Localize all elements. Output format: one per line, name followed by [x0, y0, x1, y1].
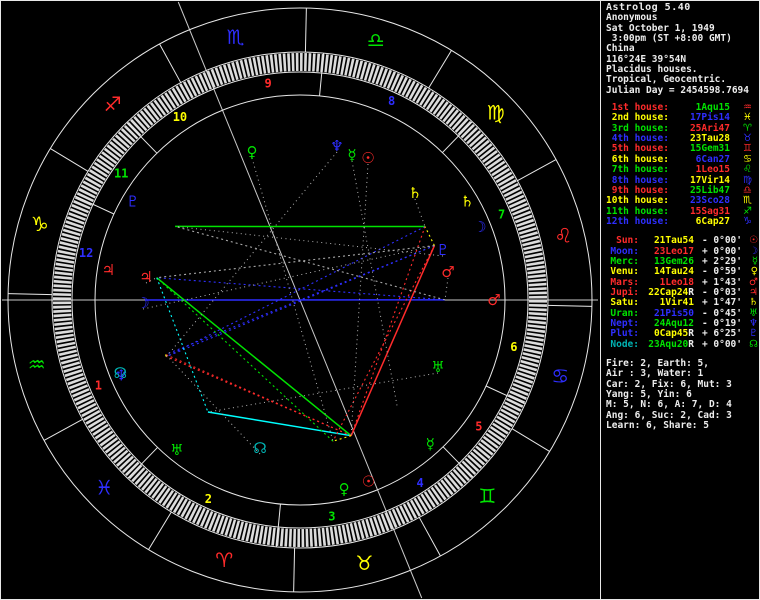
sign-boundary — [294, 548, 295, 592]
planet-glyph-displaced-nep: ♆ — [330, 137, 343, 155]
planet-glyph-displaced-mars: ♂ — [441, 263, 454, 281]
chart-wheel-panel: ♈♉♊♋♌♍♎♏♐♑♒♓123456789101112☉☉☽☽☿☿♀♀♂♂♃♃♄… — [0, 0, 600, 600]
sign-boundary — [548, 305, 592, 306]
house-number-7: 7 — [498, 207, 505, 221]
pointer-line-ura — [208, 373, 438, 412]
sign-boundary — [160, 44, 181, 83]
aspect-line-moon-sat — [425, 227, 434, 246]
planet-glyph-displaced-sun: ☉ — [361, 149, 374, 167]
astrolog-window: ♈♉♊♋♌♍♎♏♐♑♒♓123456789101112☉☉☽☽☿☿♀♀♂♂♃♃♄… — [0, 0, 760, 600]
stat-row-6: Learn: 6, Share: 5 — [606, 421, 757, 431]
aspect-line-sun-node — [166, 355, 352, 436]
house-number-12: 12 — [79, 246, 93, 260]
sign-glyph-pisces: ♓ — [95, 475, 113, 499]
planet-glyph-merc: ☿ — [426, 435, 435, 453]
house-number-8: 8 — [388, 94, 395, 108]
house-number-10: 10 — [173, 110, 187, 124]
planet-label: Node: — [606, 340, 639, 350]
aspect-line-ven-jup — [157, 278, 333, 442]
sign-glyph-libra: ♎ — [367, 28, 385, 52]
aspect-line-mars-jup — [157, 278, 445, 300]
planet-glyph-sun: ☉ — [362, 473, 375, 491]
sign-glyph-taurus: ♉ — [355, 551, 373, 575]
house-row-10: 10th house:23Sco28♏ — [606, 196, 757, 206]
house-cusp-list: 1st house:1Aqu15♒ 2nd house:17Pis14♓ 3rd… — [606, 103, 757, 227]
planet-glyph-plu: ♇ — [126, 193, 139, 211]
planet-glyph-jup: ♃ — [102, 261, 115, 279]
house-number-1: 1 — [95, 379, 102, 393]
house-number-9: 9 — [264, 76, 271, 90]
planet-glyph-mars: ♂ — [487, 291, 500, 309]
house-number-5: 5 — [475, 419, 482, 433]
planet-position-list: Sun:21Tau54- 0°00'☉Moon:23Leo17+ 0°00'☽M… — [606, 236, 757, 350]
planet-glyph-sat: ♄ — [461, 193, 474, 211]
planet-glyph-displaced-ura: ♅ — [431, 358, 444, 376]
pointer-line-node — [166, 355, 260, 454]
sign-glyph-sagittarius: ♐ — [104, 92, 122, 116]
sign-boundary — [419, 517, 440, 556]
sign-boundary — [429, 50, 452, 88]
pointer-line-mars — [445, 278, 448, 300]
aspect-line-moon-nep — [166, 246, 434, 357]
aspect-line-moon-ven — [333, 246, 434, 442]
aspect-line-mars-plu — [175, 226, 445, 299]
pointer-line-sat — [415, 199, 425, 227]
sign-boundary — [149, 512, 172, 550]
sign-glyph-leo: ♌ — [554, 224, 572, 248]
planet-glyph-ura: ♅ — [170, 441, 183, 459]
pointer-line-merc — [352, 161, 397, 407]
planet-glyph-node: ☊ — [114, 364, 127, 382]
sign-glyph-aquarius: ♒ — [28, 352, 46, 376]
sign-boundary — [517, 160, 556, 181]
sign-boundary — [305, 8, 306, 52]
aspect-line-sun-ven — [333, 436, 351, 442]
house-number-2: 2 — [205, 492, 212, 506]
house-row-7: 7th house:1Leo15♌ — [606, 165, 757, 175]
pointer-line-plu — [175, 226, 443, 256]
sign-boundary — [8, 294, 52, 295]
planet-glyph-displaced-moon: ☽ — [136, 294, 149, 312]
planet-velocity: + 0°00' — [694, 340, 742, 350]
house-label: 12th house: — [606, 217, 672, 227]
planet-row-Node: Node:23Aqu20R+ 0°00'☊ — [606, 340, 757, 350]
planet-glyph-ven: ♀ — [339, 480, 350, 498]
julian-day: Julian Day = 2454598.7694 — [606, 86, 757, 96]
aspect-line-sat-nep — [166, 227, 425, 357]
house-number-6: 6 — [510, 340, 517, 354]
house-cusp-value: 6Cap27 — [672, 217, 730, 227]
sign-boundary — [44, 419, 83, 440]
sign-glyph-capricorn: ♑ — [31, 212, 49, 236]
planet-glyph-displaced-merc: ☿ — [347, 146, 356, 164]
planet-glyph-displaced-node: ☊ — [253, 439, 266, 457]
aspect-line-sun-ura — [208, 412, 351, 436]
sign-glyph-scorpio: ♏ — [227, 25, 245, 49]
house-label: 7th house: — [606, 165, 672, 175]
chart-statistics: Fire: 2, Earth: 5,Air : 3, Water: 1Car: … — [606, 359, 757, 431]
aspect-line-sun-jup — [157, 278, 351, 436]
planet-position: 23Aqu20R — [639, 340, 694, 350]
house-number-11: 11 — [114, 167, 128, 181]
sidebar: Astrolog 5.40 Anonymous Sat October 1, 1… — [600, 0, 759, 600]
house-number-3: 3 — [328, 510, 335, 524]
sign-glyph-gemini: ♊ — [478, 484, 496, 508]
planet-glyph-displaced-jup: ♃ — [139, 268, 152, 286]
house-number-4: 4 — [416, 476, 423, 490]
sign-glyph-aries: ♈ — [215, 548, 233, 572]
sign-glyph-icon: ♑ — [730, 217, 752, 227]
sign-glyph-virgo: ♍ — [487, 101, 505, 125]
planet-glyph-displaced-plu: ♇ — [436, 241, 449, 259]
aspect-line-moon-jup — [157, 246, 435, 278]
planet-glyph-displaced-ven: ♀ — [247, 143, 258, 161]
house-row-12: 12th house:6Cap27♑ — [606, 217, 757, 227]
sign-boundary — [50, 149, 88, 172]
sign-glyph-cancer: ♋ — [551, 364, 569, 388]
chart-wheel: ♈♉♊♋♌♍♎♏♐♑♒♓123456789101112☉☉☽☽☿☿♀♀♂♂♃♃♄… — [0, 0, 600, 600]
house-cusp-value: 1Leo15 — [672, 165, 730, 175]
planet-glyph-moon: ☽ — [473, 218, 486, 236]
sign-glyph-icon: ♌ — [730, 165, 752, 175]
sign-boundary — [512, 429, 550, 452]
planet-glyph-displaced-sat: ♄ — [408, 184, 421, 202]
planet-glyph-icon: ☊ — [742, 340, 758, 350]
